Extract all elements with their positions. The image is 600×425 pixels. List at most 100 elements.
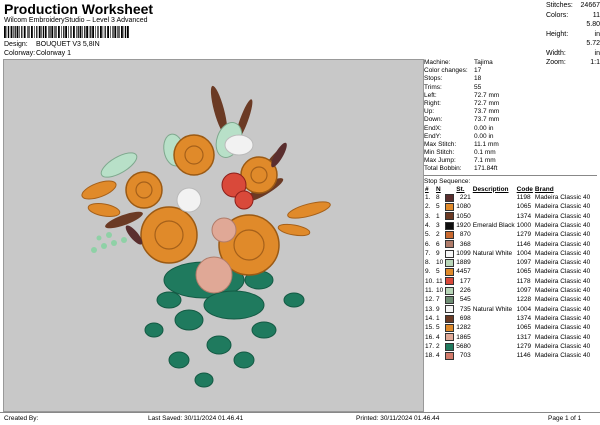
cell-n: 15. bbox=[425, 324, 435, 332]
cell-needle: 1 bbox=[436, 212, 440, 220]
cell-n: 18. bbox=[425, 352, 435, 360]
cell-n: 14. bbox=[425, 315, 435, 323]
stop-sequence-title: Stop Sequence: bbox=[424, 174, 597, 186]
cell-n: 16. bbox=[425, 333, 435, 341]
cell-n: 2. bbox=[425, 203, 431, 211]
design-preview[interactable] bbox=[3, 59, 424, 412]
app-subtitle: Wilcom EmbroideryStudio – Level 3 Advanc… bbox=[4, 17, 148, 24]
table-row: 14. 1 698 1374 Madeira Classic 40 bbox=[424, 314, 591, 324]
machine-info-row: EndY: 0.00 in bbox=[424, 133, 597, 141]
cell-st: 1920 bbox=[456, 221, 471, 229]
machine-info-label: Up: bbox=[424, 108, 435, 116]
col-code: Code bbox=[516, 185, 533, 193]
col-description: Description bbox=[472, 185, 509, 193]
table-row: 2. 5 1080 1065 Madeira Classic 40 bbox=[424, 202, 591, 212]
col-number: # bbox=[425, 185, 429, 193]
machine-info-row: Total Bobbin: 171.84ft bbox=[424, 165, 597, 173]
machine-info-value: 73.7 mm bbox=[474, 108, 500, 116]
cell-desc: Natural White bbox=[472, 305, 513, 313]
cell-needle: 2 bbox=[436, 342, 440, 350]
cell-brand: Madeira Classic 40 bbox=[534, 324, 591, 332]
cell-needle: 10 bbox=[436, 287, 444, 295]
cell-st: 1050 bbox=[456, 212, 471, 220]
cell-st: 226 bbox=[459, 287, 471, 295]
cell-brand: Madeira Classic 40 bbox=[534, 287, 591, 295]
cell-brand: Madeira Classic 40 bbox=[534, 203, 591, 211]
table-row: 16. 4 1865 1317 Madeira Classic 40 bbox=[424, 333, 591, 342]
cell-desc bbox=[472, 194, 516, 203]
table-row: 17. 2 5680 1279 Madeira Classic 40 bbox=[424, 342, 591, 352]
table-row: 7. 9 1099 Natural White 1004 Madeira Classic … bbox=[424, 249, 591, 259]
machine-info-label: Right: bbox=[424, 99, 441, 107]
machine-info-value: 72.7 mm bbox=[474, 99, 500, 107]
cell-st: 1080 bbox=[456, 203, 471, 211]
color-swatch-cell bbox=[444, 296, 455, 305]
colorway-label: Colorway: bbox=[4, 50, 36, 57]
color-swatch-cell bbox=[444, 314, 455, 324]
color-swatch bbox=[445, 268, 455, 277]
cell-needle: 1 bbox=[436, 315, 440, 323]
cell-n: 6. bbox=[425, 240, 431, 248]
cell-n: 5. bbox=[425, 231, 431, 239]
color-swatch-cell bbox=[444, 277, 455, 286]
colorway-name: Colorway 1 bbox=[35, 50, 71, 57]
col-needle: N bbox=[436, 185, 441, 193]
color-swatch-cell bbox=[444, 333, 455, 342]
cell-st: 545 bbox=[459, 296, 471, 304]
machine-info-label: Max Stitch: bbox=[424, 140, 457, 148]
page-title: Production Worksheet bbox=[4, 1, 154, 17]
machine-info-value: 55 bbox=[474, 83, 482, 91]
cell-st: 703 bbox=[459, 352, 471, 360]
cell-n: 8. bbox=[425, 259, 431, 267]
cell-needle: 4 bbox=[436, 352, 440, 360]
cell-code: 1178 bbox=[516, 277, 531, 285]
color-swatch-cell bbox=[444, 212, 455, 221]
cell-brand: Madeira Classic 40 bbox=[534, 333, 591, 341]
cell-needle: 9 bbox=[436, 249, 440, 257]
machine-info-value: 18 bbox=[474, 75, 482, 83]
cell-n: 12. bbox=[425, 296, 435, 304]
bouquet-embroidery-image bbox=[81, 85, 331, 388]
table-row: 12. 7 545 1228 Madeira Classic 40 bbox=[424, 296, 591, 305]
table-row: 10. 11 177 1178 Madeira Classic 40 bbox=[424, 277, 591, 286]
cell-desc bbox=[472, 277, 516, 286]
cell-desc bbox=[472, 324, 516, 333]
color-swatch-cell bbox=[444, 351, 455, 361]
cell-st: 1099 bbox=[456, 249, 471, 257]
cell-desc bbox=[472, 352, 516, 361]
cell-desc bbox=[472, 343, 516, 352]
cell-desc bbox=[472, 212, 516, 221]
machine-info-value: Tajima bbox=[474, 59, 493, 66]
machine-info-label: Trims: bbox=[424, 83, 442, 91]
cell-brand: Madeira Classic 40 bbox=[534, 352, 591, 360]
cell-brand: Madeira Classic 40 bbox=[534, 240, 591, 248]
color-swatch-cell bbox=[444, 286, 455, 296]
table-row: 11. 10 226 1097 Madeira Classic 40 bbox=[424, 286, 591, 296]
cell-desc: Natural White bbox=[472, 249, 513, 257]
color-swatch-cell bbox=[444, 258, 455, 268]
cell-code: 1065 bbox=[516, 203, 532, 211]
machine-info-row: Stops: 18 bbox=[424, 75, 597, 83]
color-swatch bbox=[445, 305, 455, 314]
machine-info-row: Down: 73.7 mm bbox=[424, 116, 597, 124]
cell-desc bbox=[472, 287, 516, 296]
color-swatch-cell bbox=[444, 202, 455, 212]
machine-info-label: Total Bobbin: bbox=[424, 165, 462, 173]
cell-brand: Madeira Classic 40 bbox=[534, 315, 591, 323]
page-number: Page 1 of 1 bbox=[548, 415, 582, 422]
cell-desc: Emerald Black bbox=[472, 221, 515, 229]
stop-sequence-table: # N St. Description Code Brand 1. 8 221 119… bbox=[424, 186, 591, 362]
design-row: Design: BOUQUET V3 5,8IN bbox=[4, 41, 100, 48]
cell-brand: Madeira Classic 40 bbox=[534, 221, 591, 229]
color-swatch bbox=[445, 314, 455, 323]
color-swatch bbox=[445, 342, 455, 351]
color-swatch bbox=[445, 212, 455, 221]
cell-needle: 7 bbox=[436, 296, 440, 304]
machine-info-label: EndY: bbox=[424, 132, 442, 140]
color-swatch bbox=[445, 277, 455, 286]
design-name: BOUQUET V3 5,8IN bbox=[35, 41, 100, 48]
color-swatch bbox=[445, 230, 455, 239]
color-swatch-cell bbox=[444, 230, 455, 240]
cell-needle: 6 bbox=[436, 240, 440, 248]
machine-info-value: 0.1 mm bbox=[474, 149, 496, 157]
